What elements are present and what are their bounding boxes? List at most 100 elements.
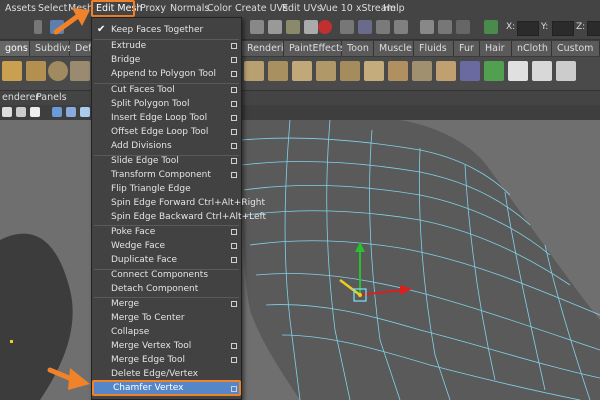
poly-cylinder-icon[interactable] (26, 61, 46, 81)
option-box-icon[interactable] (231, 357, 237, 363)
snap-plane-icon[interactable] (304, 20, 318, 34)
menu-item-merge-vertex-tool[interactable]: Merge Vertex Tool (92, 339, 241, 353)
menu-edit-uvs[interactable]: Edit UVs (282, 2, 322, 15)
display-icon[interactable] (456, 20, 470, 34)
panel-menu-renderer[interactable]: enderer (2, 92, 39, 103)
menu-item-detach-component[interactable]: Detach Component (92, 282, 241, 296)
poly-wedge-icon[interactable] (340, 61, 360, 81)
tab-rendering[interactable]: Rendering (242, 41, 296, 56)
option-box-icon[interactable] (231, 229, 237, 235)
menu-item-insert-edge-loop-tool[interactable]: Insert Edge Loop Tool (92, 111, 241, 125)
option-box-icon[interactable] (231, 158, 237, 164)
menu-item-transform-component[interactable]: Transform Component (92, 168, 241, 182)
poly-sphere-icon[interactable] (48, 61, 68, 81)
menu-create-uvs[interactable]: Create UVs (235, 2, 288, 15)
tab-muscle[interactable]: Muscle (374, 41, 414, 56)
menu-item-spin-edge-backward[interactable]: Spin Edge Backward Ctrl+Alt+Left (92, 210, 266, 224)
menu-item-add-divisions[interactable]: Add Divisions (92, 139, 241, 153)
snap-point-icon[interactable] (286, 20, 300, 34)
tab-hair[interactable]: Hair (480, 41, 512, 56)
tab-ncloth[interactable]: nCloth (512, 41, 552, 56)
option-box-icon[interactable] (231, 301, 237, 307)
poly-smooth-icon[interactable] (412, 61, 432, 81)
uv-editor-icon[interactable] (460, 61, 480, 81)
viewport-canvas[interactable] (0, 120, 600, 400)
isolate-icon[interactable] (80, 107, 90, 117)
magnet-icon[interactable] (318, 20, 332, 34)
tab-fluids[interactable]: Fluids (414, 41, 454, 56)
y-field[interactable] (552, 21, 574, 36)
menu-item-collapse[interactable]: Collapse (92, 325, 241, 339)
panel-menu-panels[interactable]: Panels (36, 92, 67, 103)
wireframe-icon[interactable] (2, 107, 12, 117)
transform-field-icon[interactable] (484, 20, 498, 34)
menu-item-flip-triangle-edge[interactable]: Flip Triangle Edge (92, 182, 241, 196)
poly-merge-icon[interactable] (388, 61, 408, 81)
menu-item-merge-to-center[interactable]: Merge To Center (92, 311, 241, 325)
poly-bridge-icon[interactable] (292, 61, 312, 81)
tab-painteffects[interactable]: PaintEffects (284, 41, 345, 56)
tab-polygons[interactable]: gons (0, 41, 30, 56)
menu-color[interactable]: Color (207, 2, 232, 15)
option-box-icon[interactable] (231, 87, 237, 93)
poly-bevel-icon[interactable] (268, 61, 288, 81)
menu-item-merge-edge-tool[interactable]: Merge Edge Tool (92, 353, 241, 367)
tab-fur[interactable]: Fur (454, 41, 480, 56)
tab-subdivs[interactable]: Subdivs (30, 41, 72, 56)
checker-box-icon[interactable] (556, 61, 576, 81)
checker-icon[interactable] (508, 61, 528, 81)
menu-item-poke-face[interactable]: Poke Face (92, 225, 241, 239)
ipr-render-icon[interactable] (376, 20, 390, 34)
snap-curve-icon[interactable] (268, 20, 282, 34)
uv-map-icon[interactable] (484, 61, 504, 81)
option-box-icon[interactable] (231, 172, 237, 178)
option-box-icon[interactable] (231, 129, 237, 135)
menu-item-spin-edge-forward[interactable]: Spin Edge Forward Ctrl+Alt+Right (92, 196, 265, 210)
menu-item-chamfer-vertex[interactable]: Chamfer Vertex (92, 380, 241, 396)
option-box-icon[interactable] (231, 343, 237, 349)
option-box-icon[interactable] (231, 257, 237, 263)
poly-cone-icon[interactable] (2, 61, 22, 81)
menu-item-wedge-face[interactable]: Wedge Face (92, 239, 241, 253)
menu-item-offset-edge-loop-tool[interactable]: Offset Edge Loop Tool (92, 125, 241, 139)
xray-icon[interactable] (66, 107, 76, 117)
shaded-icon[interactable] (16, 107, 26, 117)
menu-item-append-to-polygon-tool[interactable]: Append to Polygon Tool (92, 67, 241, 81)
chevron-icon[interactable] (34, 20, 42, 34)
option-box-icon[interactable] (231, 101, 237, 107)
poly-extrude-icon[interactable] (244, 61, 264, 81)
3d-viewport[interactable] (0, 120, 600, 400)
menu-proxy[interactable]: Proxy (140, 2, 166, 15)
poly-torus-icon[interactable] (70, 61, 90, 81)
lamp-icon[interactable] (438, 20, 452, 34)
poly-poke-icon[interactable] (364, 61, 384, 81)
checker-sphere-icon[interactable] (532, 61, 552, 81)
render-settings-icon[interactable] (394, 20, 408, 34)
menu-item-split-polygon-tool[interactable]: Split Polygon Tool (92, 97, 241, 111)
tab-custom[interactable]: Custom (552, 41, 600, 56)
textured-icon[interactable] (30, 107, 40, 117)
option-box-icon[interactable] (231, 71, 237, 77)
x-field[interactable] (517, 21, 539, 36)
snap-grid-icon[interactable] (250, 20, 264, 34)
option-box-icon[interactable] (231, 43, 237, 49)
lighting-icon[interactable] (52, 107, 62, 117)
menu-item-merge[interactable]: Merge (92, 297, 241, 311)
option-box-icon[interactable] (231, 143, 237, 149)
menu-item-cut-faces-tool[interactable]: Cut Faces Tool (92, 83, 241, 97)
render-icon[interactable] (358, 20, 372, 34)
option-box-icon[interactable] (231, 115, 237, 121)
menu-item-duplicate-face[interactable]: Duplicate Face (92, 253, 241, 267)
tab-toon[interactable]: Toon (342, 41, 374, 56)
film-icon[interactable] (420, 20, 434, 34)
menu-normals[interactable]: Normals (170, 2, 209, 15)
main-mesh[interactable] (242, 120, 600, 400)
menu-item-keep-faces-together[interactable]: ✔ Keep Faces Together (92, 23, 241, 37)
menu-item-extrude[interactable]: Extrude (92, 39, 241, 53)
menu-item-delete-edge-vertex[interactable]: Delete Edge/Vertex (92, 367, 241, 381)
menu-item-slide-edge-tool[interactable]: Slide Edge Tool (92, 154, 241, 168)
z-field[interactable] (587, 21, 600, 36)
menu-item-connect-components[interactable]: Connect Components (92, 268, 241, 282)
menu-assets[interactable]: Assets (5, 2, 36, 15)
option-box-icon[interactable] (231, 57, 237, 63)
